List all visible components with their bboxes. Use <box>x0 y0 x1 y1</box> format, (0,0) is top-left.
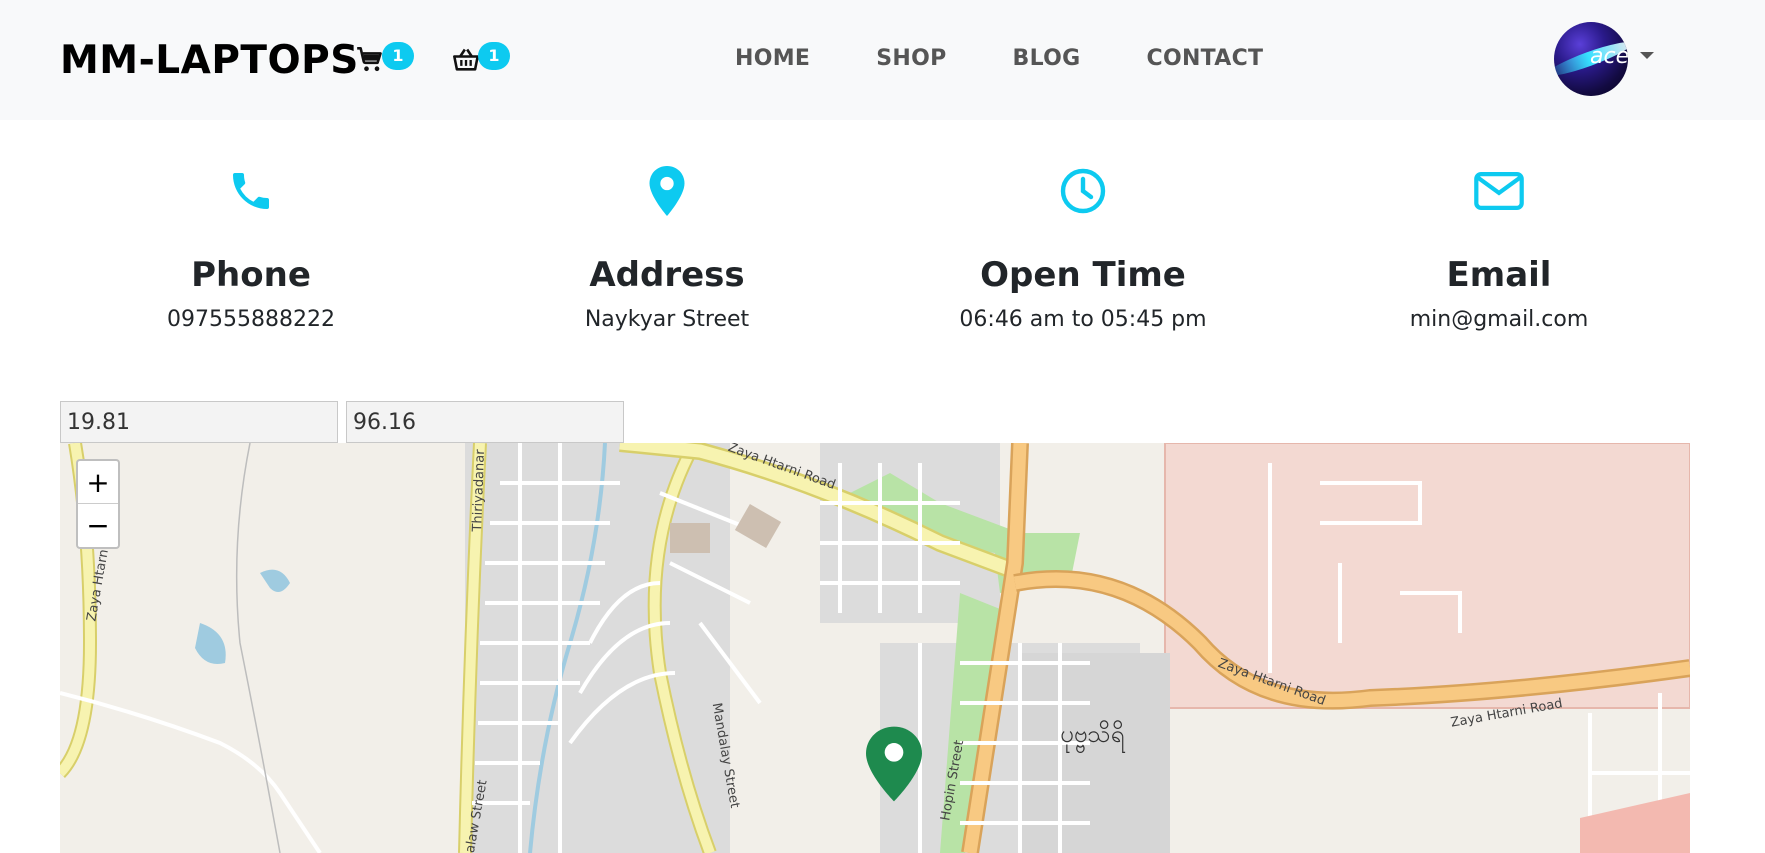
clock-icon <box>1060 168 1106 214</box>
nav-shop[interactable]: SHOP <box>876 46 946 71</box>
nav-blog[interactable]: BLOG <box>1013 46 1081 71</box>
latitude-input[interactable] <box>60 401 338 443</box>
cart-count-badge: 1 <box>382 42 414 70</box>
longitude-input[interactable] <box>346 401 624 443</box>
basket-icon <box>453 48 479 71</box>
open-time-card: Open Time 06:46 am to 05:45 pm <box>893 165 1273 332</box>
nav-home[interactable]: HOME <box>735 46 810 71</box>
nav-contact[interactable]: CONTACT <box>1147 46 1264 71</box>
main-nav: HOME SHOP BLOG CONTACT <box>735 46 1329 71</box>
location-pin-icon <box>649 166 685 216</box>
phone-title: Phone <box>191 255 311 295</box>
navbar: MM-LAPTOPS 1 1 HOME SHOP BLOG CONTACT ac… <box>0 0 1765 120</box>
address-value: Naykyar Street <box>584 307 750 332</box>
phone-icon <box>233 173 269 209</box>
user-avatar[interactable]: ace <box>1554 22 1628 96</box>
cart-icon <box>357 47 382 72</box>
map-label-area: ပုဗ္ဗသိရိ <box>1060 720 1125 748</box>
envelope-icon <box>1474 171 1524 211</box>
basket-count-badge: 1 <box>478 42 510 70</box>
avatar-logo-text: ace <box>1590 44 1628 69</box>
address-title: Address <box>589 255 745 295</box>
map-zoom-control: + − <box>76 459 120 549</box>
user-dropdown-caret[interactable] <box>1640 52 1654 59</box>
zoom-out-button[interactable]: − <box>78 504 118 547</box>
zoom-in-button[interactable]: + <box>78 461 118 504</box>
map-marker[interactable] <box>866 726 922 806</box>
email-title: Email <box>1446 255 1552 295</box>
phone-value: 097555888222 <box>167 307 335 332</box>
map-marker-icon <box>866 726 922 802</box>
cart-button[interactable]: 1 <box>356 42 420 78</box>
email-value: min@gmail.com <box>1409 307 1589 332</box>
email-card: Email min@gmail.com <box>1309 165 1689 332</box>
brand-logo[interactable]: MM-LAPTOPS <box>60 38 359 83</box>
open-time-title: Open Time <box>980 255 1186 295</box>
location-map[interactable]: Zaya Htarni Road Zaya Htarni Road Zaya H… <box>60 443 1690 853</box>
basket-button[interactable]: 1 <box>452 42 516 78</box>
open-time-value: 06:46 am to 05:45 pm <box>959 307 1207 332</box>
map-label-street: Thiriyadanar <box>470 449 489 532</box>
phone-card: Phone 097555888222 <box>61 165 441 332</box>
address-card: Address Naykyar Street <box>477 165 857 332</box>
